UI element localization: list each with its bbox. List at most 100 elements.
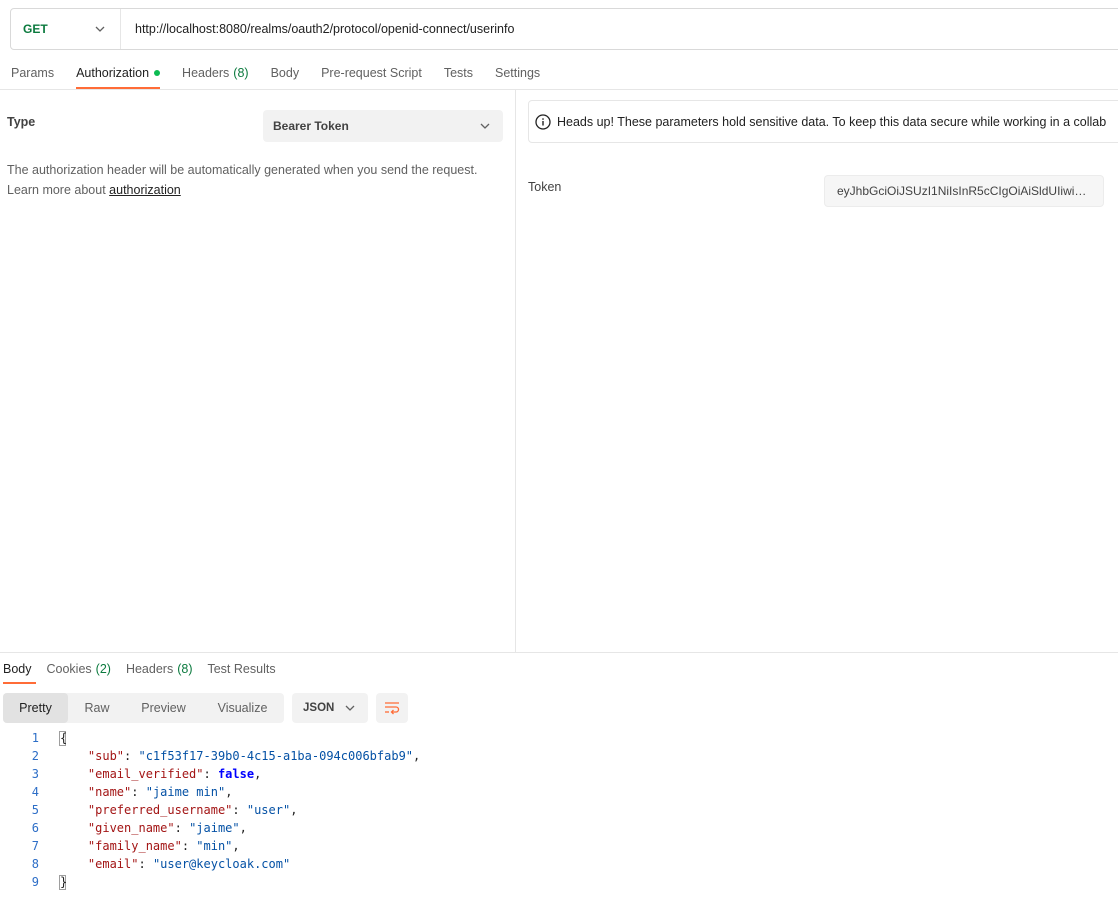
tab-count: (2)	[95, 662, 111, 676]
tab-count: (8)	[177, 662, 193, 676]
code-line: 4 "name": "jaime min",	[0, 783, 700, 801]
response-tab-body[interactable]: Body	[0, 655, 40, 684]
line-number: 8	[31, 857, 39, 871]
line-number: 5	[31, 803, 39, 817]
tab-body[interactable]: Body	[260, 58, 311, 88]
pane-divider[interactable]	[515, 90, 516, 652]
json-value: false	[217, 767, 255, 781]
tab-label: Pre-request Script	[321, 66, 422, 80]
line-number: 6	[31, 821, 39, 835]
tab-label: Tests	[443, 66, 473, 80]
tab-label: Params	[11, 66, 55, 80]
view-pretty-button[interactable]: Pretty	[3, 693, 68, 723]
active-dot-icon	[154, 70, 161, 76]
tab-settings[interactable]: Settings	[484, 58, 551, 88]
tab-tests[interactable]: Tests	[433, 58, 484, 88]
token-value: eyJhbGciOiJSUzI1NiIsInR5cCIgOiAiSldUIiwi…	[837, 184, 1091, 198]
json-key: "name"	[87, 785, 132, 799]
tab-label: Cookies	[46, 662, 92, 676]
url-input[interactable]: http://localhost:8080/realms/oauth2/prot…	[121, 22, 514, 36]
tab-label: Body	[3, 662, 32, 676]
json-comma: ,	[239, 821, 247, 835]
tab-label: Settings	[495, 66, 541, 80]
line-number: 2	[31, 749, 39, 763]
json-comma: ,	[225, 785, 233, 799]
token-input[interactable]: eyJhbGciOiJSUzI1NiIsInR5cCIgOiAiSldUIiwi…	[824, 175, 1104, 207]
learn-more-line: Learn more about authorization	[7, 180, 507, 200]
tab-label: Headers	[182, 66, 230, 80]
wrap-lines-button[interactable]	[376, 693, 408, 723]
tab-count: (8)	[233, 66, 249, 80]
view-visualize-button[interactable]: Visualize	[201, 693, 284, 723]
tab-authorization[interactable]: Authorization	[65, 58, 171, 89]
chevron-down-icon	[94, 23, 106, 35]
code-line: 5 "preferred_username": "user",	[0, 801, 700, 819]
json-key: "preferred_username"	[87, 803, 233, 817]
format-value: JSON	[303, 702, 335, 714]
response-body-code[interactable]: 1 { 2 "sub": "c1f53f17-39b0-4c15-a1ba-09…	[0, 729, 700, 891]
auth-description: The authorization header will be automat…	[7, 160, 507, 200]
open-brace: {	[59, 730, 68, 746]
info-icon	[535, 113, 551, 130]
close-brace: }	[59, 874, 68, 890]
divider	[0, 89, 1118, 90]
learn-more-text: Learn more about	[7, 183, 106, 197]
wrap-lines-icon	[385, 702, 400, 715]
code-line: 3 "email_verified": false,	[0, 765, 700, 783]
line-number: 9	[31, 875, 39, 889]
view-preview-button[interactable]: Preview	[126, 693, 201, 723]
chevron-down-icon	[479, 120, 491, 132]
json-comma: ,	[232, 839, 240, 853]
auth-type-label: Type	[7, 115, 36, 129]
url-bar: GET http://localhost:8080/realms/oauth2/…	[10, 8, 1118, 50]
json-value: "user@keycloak.com"	[152, 857, 291, 871]
code-line: 1 {	[0, 729, 700, 747]
tab-headers[interactable]: Headers (8)	[171, 58, 260, 88]
code-line: 8 "email": "user@keycloak.com"	[0, 855, 700, 873]
tab-label: Body	[270, 66, 300, 80]
tab-params[interactable]: Params	[0, 58, 65, 88]
json-value: "user"	[246, 803, 291, 817]
auth-description-text: The authorization header will be automat…	[7, 163, 478, 177]
code-line: 9 }	[0, 873, 700, 891]
line-number: 3	[31, 767, 39, 781]
json-value: "c1f53f17-39b0-4c15-a1ba-094c006bfab9"	[138, 749, 414, 763]
view-raw-button[interactable]: Raw	[68, 693, 126, 723]
json-comma: ,	[254, 767, 262, 781]
warning-text: Heads up! These parameters hold sensitiv…	[557, 114, 1107, 129]
response-tabs: Body Cookies (2) Headers (8) Test Results	[0, 655, 288, 685]
json-value: "jaime"	[189, 821, 240, 835]
code-line: 7 "family_name": "min",	[0, 837, 700, 855]
response-tab-test-results[interactable]: Test Results	[204, 655, 283, 683]
tab-label: Authorization	[76, 66, 150, 80]
auth-type-value: Bearer Token	[273, 119, 349, 133]
auth-type-select[interactable]: Bearer Token	[263, 110, 503, 142]
json-key: "given_name"	[87, 821, 175, 835]
json-comma: ,	[413, 749, 421, 763]
json-key: "family_name"	[87, 839, 182, 853]
response-divider[interactable]	[0, 652, 1118, 653]
sensitive-data-warning: Heads up! These parameters hold sensitiv…	[528, 100, 1118, 143]
json-value: "min"	[196, 839, 233, 853]
json-key: "email"	[87, 857, 139, 871]
method-select[interactable]: GET	[11, 9, 121, 49]
json-comma: ,	[290, 803, 298, 817]
response-tab-headers[interactable]: Headers (8)	[123, 655, 201, 683]
format-select[interactable]: JSON	[292, 693, 368, 723]
chevron-down-icon	[344, 702, 356, 714]
request-tabs: Params Authorization Headers (8) Body Pre…	[0, 58, 551, 90]
json-key: "sub"	[87, 749, 125, 763]
response-tab-cookies[interactable]: Cookies (2)	[44, 655, 119, 683]
tab-pre-request-script[interactable]: Pre-request Script	[310, 58, 433, 88]
tab-label: Test Results	[207, 662, 276, 676]
tab-label: Headers	[125, 662, 174, 676]
line-number: 7	[31, 839, 39, 853]
json-key: "email_verified"	[87, 767, 204, 781]
authorization-link[interactable]: authorization	[109, 183, 181, 197]
line-number: 4	[31, 785, 39, 799]
method-label: GET	[23, 22, 48, 36]
view-mode-group: Pretty Raw Preview Visualize	[3, 693, 284, 723]
token-label: Token	[528, 180, 562, 194]
line-number: 1	[31, 731, 39, 745]
json-value: "jaime min"	[145, 785, 226, 799]
